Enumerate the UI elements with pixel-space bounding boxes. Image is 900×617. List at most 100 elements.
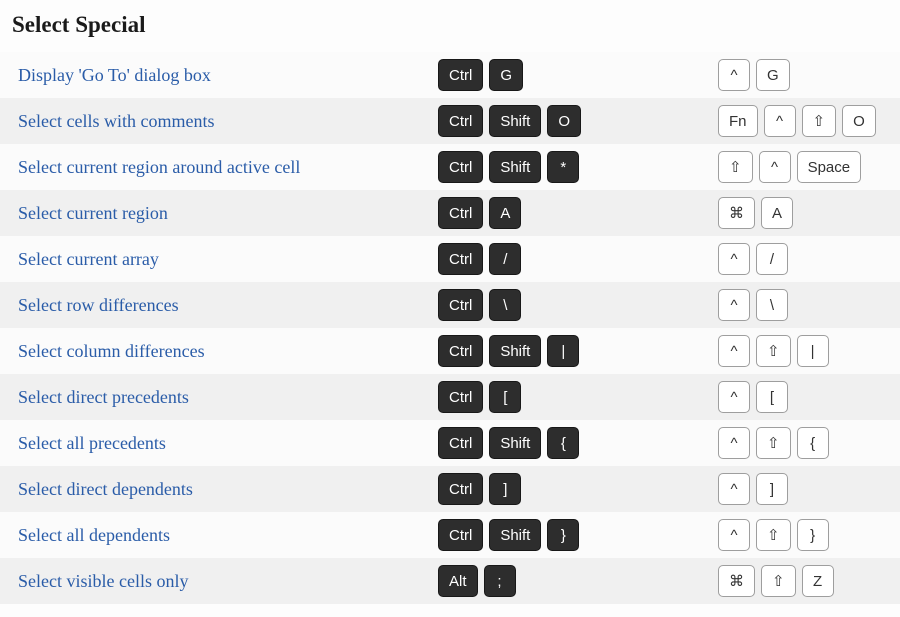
mac-shortcut: ⇧^Space: [718, 151, 892, 183]
key-dark: Ctrl: [438, 243, 483, 275]
key-dark: Ctrl: [438, 335, 483, 367]
key-light: Z: [802, 565, 834, 597]
shortcut-name-link[interactable]: Select all dependents: [18, 525, 438, 546]
key-dark: Ctrl: [438, 289, 483, 321]
table-row: Select all dependentsCtrlShift}^⇧}: [0, 512, 900, 558]
mac-shortcut: ^⇧}: [718, 519, 892, 551]
table-row: Select row differencesCtrl\^\: [0, 282, 900, 328]
key-dark: *: [547, 151, 579, 183]
key-light: [: [756, 381, 788, 413]
table-row: Select direct dependentsCtrl]^]: [0, 466, 900, 512]
key-light: {: [797, 427, 829, 459]
shortcut-name-link[interactable]: Display 'Go To' dialog box: [18, 65, 438, 86]
key-light: ⌘: [718, 565, 755, 597]
shortcut-name-link[interactable]: Select all precedents: [18, 433, 438, 454]
key-dark: Ctrl: [438, 59, 483, 91]
key-dark: |: [547, 335, 579, 367]
key-light: ^: [718, 289, 750, 321]
windows-shortcut: CtrlG: [438, 59, 718, 91]
windows-shortcut: CtrlShiftO: [438, 105, 718, 137]
key-light: ]: [756, 473, 788, 505]
mac-shortcut: ^G: [718, 59, 892, 91]
key-light: ⇧: [756, 427, 791, 459]
key-dark: A: [489, 197, 521, 229]
key-light: ^: [764, 105, 796, 137]
windows-shortcut: Alt;: [438, 565, 718, 597]
table-row: Select direct precedentsCtrl[^[: [0, 374, 900, 420]
key-dark: ;: [484, 565, 516, 597]
key-dark: /: [489, 243, 521, 275]
key-light: A: [761, 197, 793, 229]
key-dark: O: [547, 105, 581, 137]
key-light: ⇧: [718, 151, 753, 183]
windows-shortcut: CtrlA: [438, 197, 718, 229]
shortcut-name-link[interactable]: Select row differences: [18, 295, 438, 316]
mac-shortcut: ^\: [718, 289, 892, 321]
key-light: Fn: [718, 105, 758, 137]
windows-shortcut: CtrlShift{: [438, 427, 718, 459]
windows-shortcut: CtrlShift}: [438, 519, 718, 551]
table-row: Select current arrayCtrl/^/: [0, 236, 900, 282]
table-row: Select all precedentsCtrlShift{^⇧{: [0, 420, 900, 466]
mac-shortcut: ^⇧{: [718, 427, 892, 459]
key-light: /: [756, 243, 788, 275]
key-dark: }: [547, 519, 579, 551]
windows-shortcut: Ctrl]: [438, 473, 718, 505]
shortcut-name-link[interactable]: Select cells with comments: [18, 111, 438, 132]
windows-shortcut: CtrlShift*: [438, 151, 718, 183]
table-row: Select current region around active cell…: [0, 144, 900, 190]
shortcut-name-link[interactable]: Select direct dependents: [18, 479, 438, 500]
key-dark: Shift: [489, 519, 541, 551]
shortcut-name-link[interactable]: Select current array: [18, 249, 438, 270]
mac-shortcut: ⌘⇧Z: [718, 565, 892, 597]
shortcut-name-link[interactable]: Select column differences: [18, 341, 438, 362]
key-dark: Shift: [489, 105, 541, 137]
key-dark: Ctrl: [438, 473, 483, 505]
mac-shortcut: Fn^⇧O: [718, 105, 892, 137]
mac-shortcut: ^/: [718, 243, 892, 275]
key-dark: \: [489, 289, 521, 321]
key-light: O: [842, 105, 876, 137]
table-row: Display 'Go To' dialog boxCtrlG^G: [0, 52, 900, 98]
mac-shortcut: ^]: [718, 473, 892, 505]
key-dark: G: [489, 59, 523, 91]
key-light: ⇧: [802, 105, 837, 137]
windows-shortcut: Ctrl\: [438, 289, 718, 321]
key-light: ^: [718, 381, 750, 413]
key-dark: Ctrl: [438, 105, 483, 137]
mac-shortcut: ⌘A: [718, 197, 892, 229]
key-light: ^: [759, 151, 791, 183]
key-dark: Shift: [489, 335, 541, 367]
key-light: }: [797, 519, 829, 551]
shortcut-name-link[interactable]: Select current region: [18, 203, 438, 224]
shortcut-name-link[interactable]: Select direct precedents: [18, 387, 438, 408]
shortcut-table: Display 'Go To' dialog boxCtrlG^GSelect …: [0, 52, 900, 604]
table-row: Select current regionCtrlA⌘A: [0, 190, 900, 236]
key-dark: Ctrl: [438, 151, 483, 183]
shortcut-name-link[interactable]: Select current region around active cell: [18, 157, 438, 178]
windows-shortcut: Ctrl/: [438, 243, 718, 275]
section-title: Select Special: [12, 12, 900, 38]
key-light: Space: [797, 151, 862, 183]
key-light: ⇧: [761, 565, 796, 597]
key-dark: Ctrl: [438, 381, 483, 413]
shortcut-name-link[interactable]: Select visible cells only: [18, 571, 438, 592]
mac-shortcut: ^[: [718, 381, 892, 413]
windows-shortcut: CtrlShift|: [438, 335, 718, 367]
windows-shortcut: Ctrl[: [438, 381, 718, 413]
key-light: \: [756, 289, 788, 321]
key-light: ^: [718, 243, 750, 275]
key-light: ⇧: [756, 519, 791, 551]
key-dark: Shift: [489, 427, 541, 459]
key-dark: Alt: [438, 565, 478, 597]
key-light: G: [756, 59, 790, 91]
table-row: Select column differencesCtrlShift|^⇧|: [0, 328, 900, 374]
key-light: ^: [718, 59, 750, 91]
key-light: ⇧: [756, 335, 791, 367]
key-light: ^: [718, 473, 750, 505]
key-light: ^: [718, 519, 750, 551]
key-light: ^: [718, 427, 750, 459]
key-light: ⌘: [718, 197, 755, 229]
table-row: Select cells with commentsCtrlShiftOFn^⇧…: [0, 98, 900, 144]
key-dark: Ctrl: [438, 427, 483, 459]
